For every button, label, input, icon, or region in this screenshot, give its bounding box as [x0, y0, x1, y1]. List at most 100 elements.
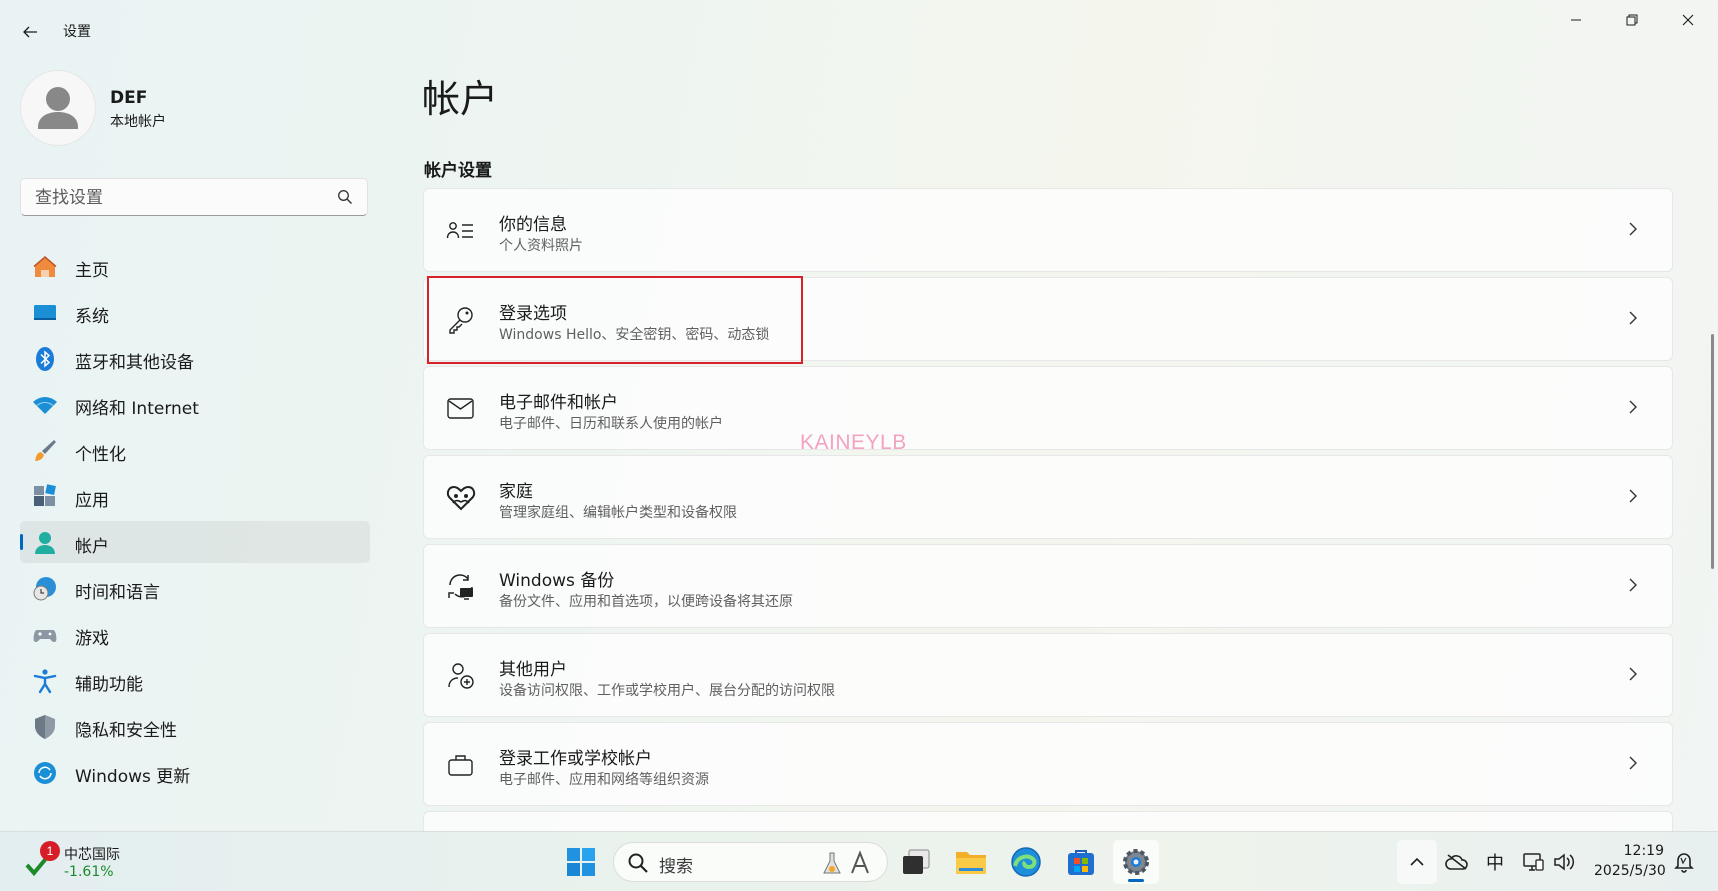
settings-taskbar-button[interactable]: [1113, 840, 1159, 884]
time-language-icon: [33, 577, 56, 601]
card-title: 电子邮件和帐户: [499, 393, 618, 413]
sidebar-item-time-language[interactable]: 时间和语言: [20, 567, 370, 609]
card-partial: [423, 811, 1673, 831]
key-icon: [449, 307, 473, 334]
card-subtitle: 电子邮件、应用和网络等组织资源: [499, 772, 709, 788]
task-view-icon: [903, 849, 930, 874]
sidebar-item-personalization[interactable]: 个性化: [20, 429, 370, 471]
card-work-school-account[interactable]: 登录工作或学校帐户 电子邮件、应用和网络等组织资源: [423, 722, 1673, 806]
search-input[interactable]: [33, 186, 337, 210]
title-bar: 设置: [0, 0, 1718, 60]
sidebar-item-accounts[interactable]: 帐户: [20, 521, 370, 563]
start-button[interactable]: [558, 840, 604, 884]
cloud-offline-icon: [1445, 854, 1468, 870]
clock-date[interactable]: 2025/5/30: [1594, 863, 1666, 879]
taskbar-search[interactable]: 搜索: [613, 842, 888, 882]
restore-icon: [1626, 14, 1638, 26]
app-title: 设置: [63, 24, 91, 40]
account-icon: [35, 532, 55, 554]
stock-name: 中芯国际: [64, 847, 120, 863]
chevron-up-icon: [1410, 857, 1424, 866]
onedrive-tray-button[interactable]: [1443, 840, 1471, 884]
sidebar-item-network[interactable]: 网络和 Internet: [20, 383, 370, 425]
sidebar-item-label: 隐私和安全性: [75, 721, 177, 741]
chevron-right-icon: [1629, 222, 1637, 236]
card-subtitle: 电子邮件、日历和联系人使用的帐户: [499, 416, 723, 432]
notification-badge: 1: [40, 841, 60, 861]
card-email-accounts[interactable]: 电子邮件和帐户 电子邮件、日历和联系人使用的帐户: [423, 366, 1673, 450]
card-family[interactable]: 家庭 管理家庭组、编辑帐户类型和设备权限: [423, 455, 1673, 539]
search-box[interactable]: [20, 178, 368, 216]
scrollbar[interactable]: [1711, 334, 1714, 569]
task-view-button[interactable]: [893, 840, 939, 884]
section-title: 帐户设置: [424, 161, 492, 181]
card-your-info[interactable]: 你的信息 个人资料照片: [423, 188, 1673, 272]
clock-time[interactable]: 12:19: [1600, 843, 1664, 859]
sidebar-item-label: 系统: [75, 307, 109, 327]
sidebar-item-label: Windows 更新: [75, 767, 191, 787]
sidebar-item-bluetooth[interactable]: 蓝牙和其他设备: [20, 337, 370, 379]
card-sign-in-options[interactable]: 登录选项 Windows Hello、安全密钥、密码、动态锁: [423, 277, 1673, 361]
sidebar-item-label: 辅助功能: [75, 675, 143, 695]
file-explorer-button[interactable]: [948, 840, 994, 884]
sidebar-item-apps[interactable]: 应用: [20, 475, 370, 517]
edge-icon: [1011, 847, 1041, 877]
sidebar-item-windows-update[interactable]: Windows 更新: [20, 751, 370, 793]
sidebar-item-home[interactable]: 主页: [20, 245, 370, 287]
active-app-indicator: [1128, 879, 1144, 882]
sidebar-item-privacy[interactable]: 隐私和安全性: [20, 705, 370, 747]
card-subtitle: 个人资料照片: [499, 238, 583, 254]
sidebar-item-label: 时间和语言: [75, 583, 160, 603]
chevron-right-icon: [1629, 667, 1637, 681]
card-windows-backup[interactable]: Windows 备份 备份文件、应用和首选项，以便跨设备将其还原: [423, 544, 1673, 628]
family-heart-icon: [446, 485, 476, 511]
card-other-users[interactable]: 其他用户 设备访问权限、工作或学校用户、展台分配的访问权限: [423, 633, 1673, 717]
speaker-icon: [1554, 853, 1575, 871]
minimize-button[interactable]: [1548, 4, 1604, 36]
watermark: KAINEYLB: [800, 431, 907, 454]
avatar-person-icon: [38, 87, 78, 129]
add-user-icon: [448, 663, 474, 689]
sidebar-item-label: 游戏: [75, 629, 109, 649]
backup-icon: [448, 574, 473, 600]
store-button[interactable]: [1058, 840, 1104, 884]
chevron-right-icon: [1629, 400, 1637, 414]
briefcase-icon: [448, 755, 473, 776]
card-subtitle: 设备访问权限、工作或学校用户、展台分配的访问权限: [499, 683, 835, 699]
card-title: 你的信息: [499, 215, 567, 235]
back-arrow-icon: [23, 26, 37, 38]
sidebar-item-system[interactable]: 系统: [20, 291, 370, 333]
taskbar: 1 中芯国际 -1.61% 搜索 中 12:19 2025/5/30: [0, 831, 1718, 891]
windows-logo-icon: [567, 848, 595, 876]
sidebar-item-accessibility[interactable]: 辅助功能: [20, 659, 370, 701]
back-button[interactable]: [14, 16, 46, 48]
volume-tray-button[interactable]: [1551, 840, 1577, 884]
stock-widget[interactable]: 1 中芯国际 -1.61%: [22, 841, 142, 885]
show-hidden-icons-button[interactable]: [1397, 840, 1437, 884]
selection-indicator: [20, 534, 23, 550]
network-icon: [1523, 853, 1544, 871]
taskbar-search-label: 搜索: [659, 857, 693, 877]
restore-button[interactable]: [1604, 4, 1660, 36]
system-icon: [34, 305, 56, 320]
sidebar-item-gaming[interactable]: 游戏: [20, 613, 370, 655]
sidebar-item-label: 主页: [75, 261, 109, 281]
card-title: 登录工作或学校帐户: [499, 749, 652, 769]
search-icon[interactable]: [337, 189, 353, 205]
close-button[interactable]: [1660, 4, 1716, 36]
close-icon: [1682, 14, 1694, 26]
card-title: 其他用户: [499, 660, 567, 680]
person-info-icon: [446, 222, 473, 239]
edge-button[interactable]: [1003, 840, 1049, 884]
network-tray-button[interactable]: [1520, 840, 1546, 884]
avatar[interactable]: [20, 70, 96, 146]
ime-indicator[interactable]: 中: [1483, 840, 1507, 884]
accessibility-icon: [33, 669, 57, 694]
sidebar-item-label: 个性化: [75, 445, 126, 465]
mail-icon: [447, 398, 474, 419]
store-icon: [1068, 850, 1094, 875]
search-highlight-icon: [823, 850, 869, 874]
shield-icon: [35, 715, 55, 739]
sidebar-item-label: 网络和 Internet: [75, 399, 199, 419]
notification-center-button[interactable]: [1672, 840, 1696, 884]
